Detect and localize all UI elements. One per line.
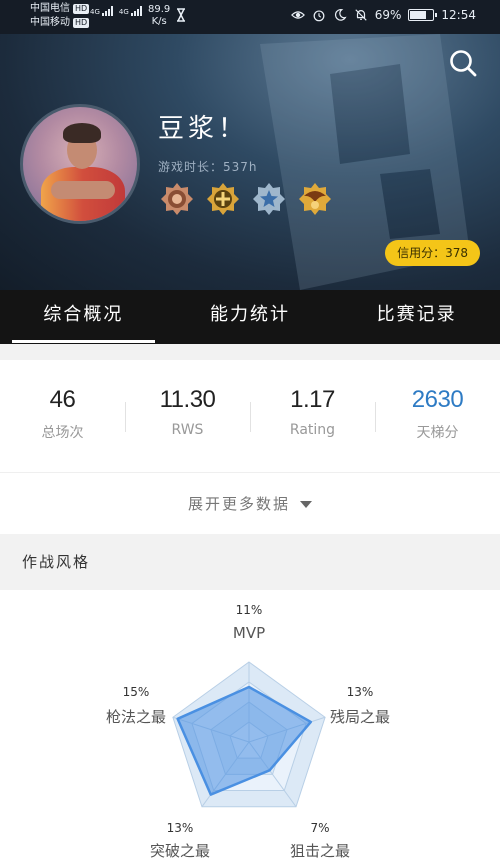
radar-percent-label: 7% <box>310 821 329 835</box>
battery-percent: 69% <box>374 8 402 22</box>
profile-tabs: 综合概况 能力统计 比赛记录 <box>0 290 500 344</box>
alarm-icon <box>313 10 325 22</box>
network-speed-unit: K/s <box>151 16 167 27</box>
player-name: 豆浆！ <box>158 114 249 144</box>
signal-strength: 4G 4G <box>90 6 142 16</box>
radar-axis-label: 狙击之最 <box>290 842 350 860</box>
bell-off-icon <box>355 9 367 21</box>
chevron-down-icon <box>300 501 312 508</box>
network-type-1: 4G <box>90 8 100 16</box>
hourglass-icon <box>177 8 185 22</box>
stat-value: 11.30 <box>159 386 216 413</box>
tab-overview[interactable]: 综合概况 <box>0 290 167 344</box>
network-type-2: 4G <box>118 8 129 16</box>
moon-icon <box>334 9 347 21</box>
badge-list <box>160 182 332 216</box>
stat-rating: 1.17 Rating <box>250 360 375 472</box>
radar-percent-label: 13% <box>167 821 194 835</box>
gold-badge-icon[interactable] <box>206 182 240 216</box>
radar-axis-label: 突破之最 <box>150 842 210 860</box>
stat-total-matches: 46 总场次 <box>0 360 125 472</box>
combat-style-radar: 11% MVP 13% 残局之最 7% 狙击之最 13% 突破之最 15% 枪法之最 <box>106 603 390 860</box>
signal-icon <box>130 6 142 16</box>
tab-match-history[interactable]: 比赛记录 <box>333 290 500 344</box>
carrier-info: 中国电信 HD 中国移动 HD <box>30 2 90 30</box>
battery-icon <box>408 9 438 21</box>
stat-rws: 11.30 RWS <box>125 360 250 472</box>
profile-header: 豆浆！ 游戏时长：537h 信用分：378 <box>0 34 500 290</box>
status-icons: 69% 12:54 <box>290 8 476 22</box>
stat-value: 1.17 <box>290 386 335 413</box>
network-speed-value: 89.9 <box>148 4 171 15</box>
stat-value: 46 <box>49 386 76 413</box>
network-speed: 89.9 K/s <box>148 4 170 28</box>
radar-percent-label: 11% <box>236 603 263 617</box>
radar-axis-label: 残局之最 <box>330 708 390 726</box>
eagle-badge-icon[interactable] <box>298 182 332 216</box>
radar-percent-label: 15% <box>123 685 150 699</box>
stat-label: Rating <box>289 422 336 438</box>
bronze-badge-icon[interactable] <box>160 182 194 216</box>
eye-icon <box>290 11 305 19</box>
tab-ability-stats[interactable]: 能力统计 <box>167 290 334 344</box>
divider-band <box>0 344 500 360</box>
stat-label: 总场次 <box>41 425 84 441</box>
expand-more-label: 展开更多数据 <box>187 495 290 513</box>
hd-badge: HD <box>73 18 90 28</box>
signal-icon <box>101 6 113 16</box>
status-bar: 中国电信 HD 中国移动 HD 4G 4G 89.9 K/s 69% 12:54 <box>0 0 500 34</box>
credit-score-badge[interactable]: 信用分：378 <box>385 240 480 266</box>
carrier-1: 中国电信 <box>30 3 70 14</box>
stat-label: RWS <box>171 422 204 438</box>
expand-more-button[interactable]: 展开更多数据 <box>0 472 500 534</box>
carrier-2: 中国移动 <box>30 17 70 28</box>
radar-percent-label: 13% <box>347 685 374 699</box>
search-icon[interactable] <box>448 48 478 78</box>
stat-value: 2630 <box>411 386 464 413</box>
stats-summary: 46 总场次 11.30 RWS 1.17 Rating 2630 天梯分 <box>0 360 500 472</box>
radar-axis-label: 枪法之最 <box>106 708 166 726</box>
silver-star-badge-icon[interactable] <box>252 182 286 216</box>
stat-label: 天梯分 <box>416 425 459 441</box>
playtime-label: 游戏时长：537h <box>158 160 258 174</box>
avatar[interactable] <box>20 104 140 224</box>
stat-ladder-score: 2630 天梯分 <box>375 360 500 472</box>
hd-badge: HD <box>73 4 90 14</box>
radar-axis-label: MVP <box>233 624 265 642</box>
section-title: 作战风格 <box>0 534 500 590</box>
clock: 12:54 <box>441 8 476 22</box>
